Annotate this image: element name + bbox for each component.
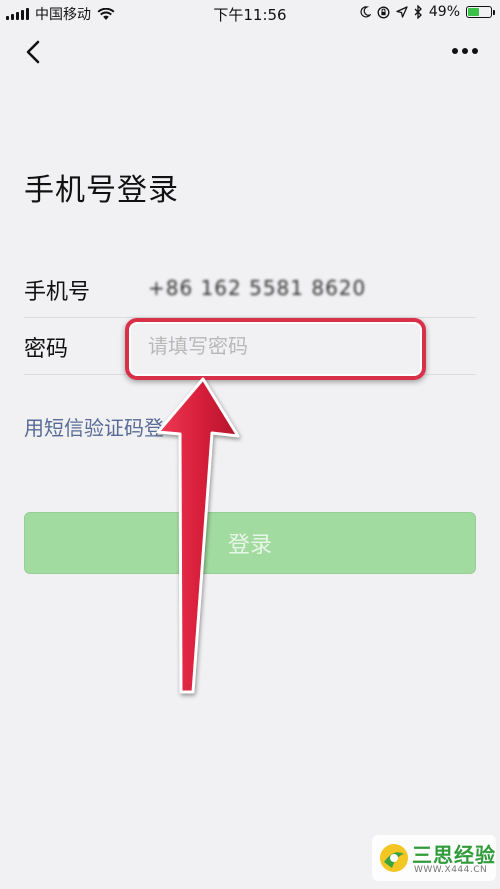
annotation-arrow (156, 377, 240, 694)
watermark: 三思经验 WWW.X444.CN (372, 835, 496, 881)
status-bar: 中国移动 下午11:56 49% (0, 0, 500, 26)
login-button[interactable]: 登录 (24, 512, 476, 574)
password-input[interactable] (134, 324, 414, 368)
battery-percent: 49% (428, 4, 460, 20)
watermark-logo-icon (380, 844, 408, 872)
phone-number-value: +86 162 5581 8620 (148, 276, 367, 300)
phone-label: 手机号 (24, 280, 91, 305)
password-label: 密码 (24, 337, 69, 362)
moon-icon (360, 6, 371, 18)
orientation-lock-icon (377, 6, 390, 18)
phone-row: 手机号 +86 162 5581 8620 (24, 262, 476, 318)
location-icon (396, 6, 408, 18)
chevron-left-icon[interactable] (22, 40, 46, 64)
more-dots-icon[interactable] (452, 48, 478, 54)
battery-icon (466, 6, 495, 18)
password-row: 密码 (24, 319, 476, 375)
battery-fill (468, 8, 479, 16)
page-title: 手机号登录 (24, 173, 179, 208)
navigation-bar (0, 26, 500, 78)
watermark-url: WWW.X444.CN (414, 865, 488, 875)
sms-code-login-link[interactable]: 用短信验证码登 (24, 412, 164, 441)
watermark-brand: 三思经验 (412, 843, 496, 867)
status-right: 49% (359, 4, 495, 20)
bluetooth-icon (414, 5, 422, 19)
